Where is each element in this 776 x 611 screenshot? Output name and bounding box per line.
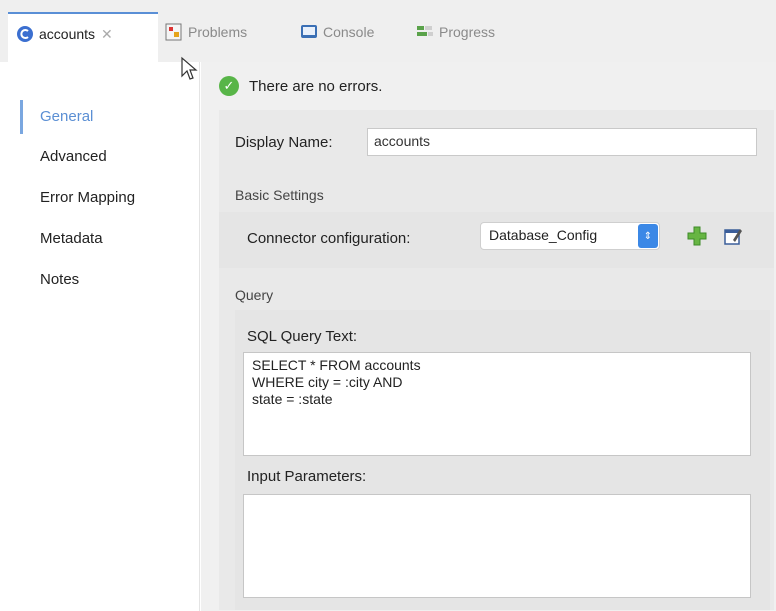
tab-console-label: Console	[323, 24, 375, 40]
tab-problems-label: Problems	[188, 24, 248, 40]
edit-config-button[interactable]	[722, 225, 744, 247]
status-message: ✓ There are no errors.	[219, 76, 382, 96]
nav-item-metadata[interactable]: Metadata	[40, 230, 103, 247]
nav-item-notes[interactable]: Notes	[40, 271, 79, 288]
status-text: There are no errors.	[249, 77, 383, 95]
mule-component-icon	[16, 25, 34, 43]
progress-icon	[416, 23, 434, 41]
nav-selection-indicator	[20, 100, 23, 134]
problems-icon	[165, 23, 183, 41]
add-config-button[interactable]	[686, 225, 708, 247]
tab-accounts-label: accounts	[39, 26, 96, 42]
sql-query-label: SQL Query Text:	[247, 328, 358, 345]
nav-item-general[interactable]: General	[40, 108, 93, 125]
display-name-field[interactable]: accounts	[367, 128, 757, 156]
edit-icon	[724, 229, 742, 245]
basic-settings-heading: Basic Settings	[235, 187, 324, 203]
display-name-label: Display Name:	[235, 134, 333, 151]
input-parameters-textarea[interactable]	[243, 494, 751, 598]
mouse-cursor-icon	[181, 56, 198, 80]
connector-config-select[interactable]: Database_Config ⇕	[480, 222, 660, 250]
properties-nav: General Advanced Error Mapping Metadata …	[0, 62, 200, 611]
tab-accounts[interactable]: accounts ✕	[8, 12, 158, 62]
connector-config-value: Database_Config	[489, 227, 598, 243]
input-parameters-label: Input Parameters:	[247, 468, 367, 485]
properties-content: ✓ There are no errors. Display Name: acc…	[201, 62, 776, 611]
nav-item-advanced[interactable]: Advanced	[40, 148, 107, 165]
nav-item-error-mapping[interactable]: Error Mapping	[40, 189, 135, 206]
query-heading: Query	[235, 287, 274, 303]
select-arrows-icon: ⇕	[638, 224, 658, 248]
tab-progress-label: Progress	[439, 24, 496, 40]
plus-icon	[687, 226, 707, 246]
check-icon: ✓	[219, 76, 239, 96]
tab-problems[interactable]: Problems	[165, 12, 247, 62]
console-icon	[300, 23, 318, 41]
sql-query-textarea[interactable]: SELECT * FROM accounts WHERE city = :cit…	[243, 352, 751, 456]
tab-console[interactable]: Console	[300, 12, 374, 62]
tab-progress[interactable]: Progress	[416, 12, 495, 62]
connector-config-label: Connector configuration:	[247, 230, 411, 247]
editor-tab-bar: accounts ✕ Problems Console Progress	[0, 0, 776, 62]
close-icon[interactable]: ✕	[101, 26, 113, 43]
